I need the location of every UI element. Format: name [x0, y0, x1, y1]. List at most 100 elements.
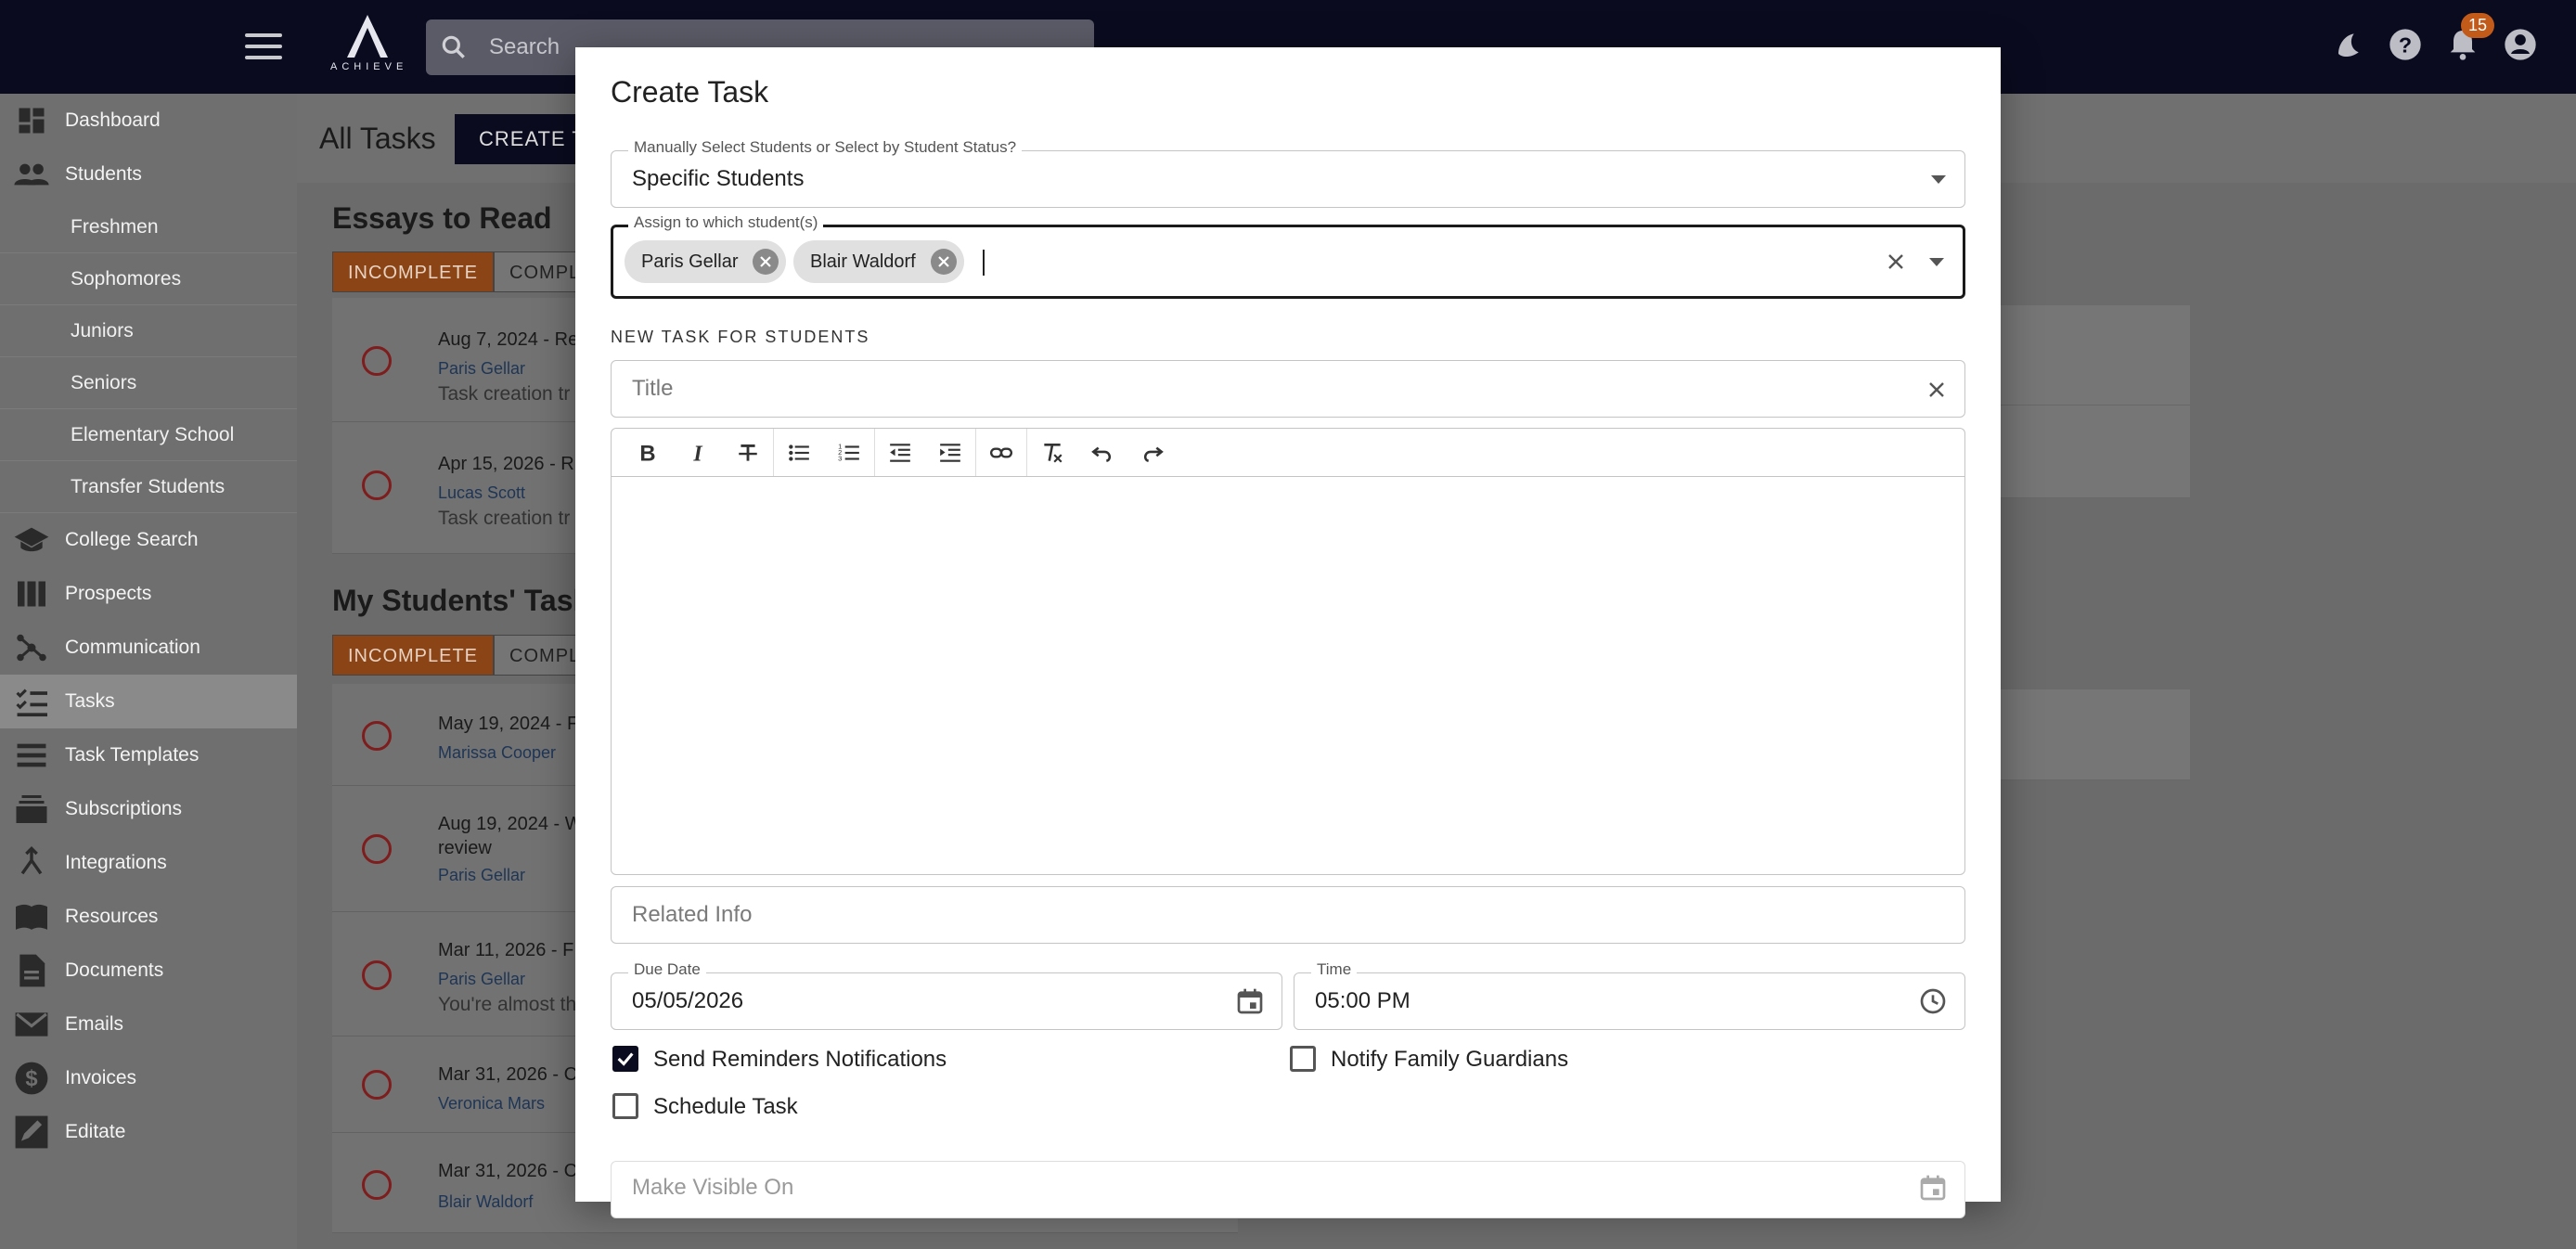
link-icon[interactable] [976, 429, 1026, 477]
due-date-input[interactable]: Due Date 05/05/2026 [611, 960, 1282, 1030]
menu-icon[interactable] [245, 33, 282, 61]
student-chip[interactable]: Blair Waldorf [793, 240, 964, 283]
sidebar-item-tasks[interactable]: Tasks [0, 675, 297, 728]
send-reminders-checkbox[interactable] [612, 1046, 638, 1072]
task-student[interactable]: Paris Gellar [438, 970, 525, 989]
tasks-tab-incomplete[interactable]: INCOMPLETE [332, 635, 495, 676]
numbered-list-icon[interactable]: 123 [824, 429, 874, 477]
select-mode-dropdown[interactable]: Manually Select Students or Select by St… [611, 138, 1965, 208]
sidebar-item-label: Communication [65, 637, 200, 658]
sidebar-sub-sophomores[interactable]: Sophomores [0, 253, 297, 305]
bullet-list-icon[interactable] [774, 429, 824, 477]
due-date-label: Due Date [628, 960, 706, 979]
description-editor[interactable] [611, 476, 1965, 875]
sidebar-item-emails[interactable]: Emails [0, 998, 297, 1051]
chevron-down-icon[interactable] [1929, 258, 1944, 266]
task-title: May 19, 2024 - F [438, 714, 579, 734]
book-icon [13, 898, 50, 935]
sidebar-item-communication[interactable]: Communication [0, 621, 297, 675]
svg-text:?: ? [2399, 32, 2412, 57]
sidebar-item-label: Students [65, 163, 142, 185]
notifications-icon[interactable]: 15 [2444, 13, 2494, 63]
sidebar-item-task-templates[interactable]: Task Templates [0, 728, 297, 782]
schedule-task-label[interactable]: Schedule Task [653, 1094, 798, 1120]
sidebar-sub-elementary[interactable]: Elementary School [0, 409, 297, 461]
task-status-icon[interactable] [362, 960, 392, 990]
help-icon[interactable]: ? [2387, 26, 2424, 63]
svg-text:$: $ [25, 1066, 37, 1091]
chip-remove-icon[interactable] [930, 249, 957, 275]
sidebar-item-college-search[interactable]: College Search [0, 513, 297, 567]
notify-guardians-label[interactable]: Notify Family Guardians [1331, 1047, 1568, 1073]
sidebar-item-label: Editate [65, 1121, 126, 1142]
essays-tab-incomplete[interactable]: INCOMPLETE [332, 251, 495, 292]
logo[interactable]: ACHIEVE [330, 13, 405, 84]
time-label: Time [1311, 960, 1358, 979]
editor-toolbar: B I 123 [611, 428, 1965, 477]
sidebar-item-integrations[interactable]: Integrations [0, 836, 297, 890]
night-mode-icon[interactable] [2329, 26, 2366, 63]
task-status-icon[interactable] [362, 1070, 392, 1100]
title-input[interactable]: Title [611, 360, 1965, 418]
strikethrough-icon[interactable] [723, 429, 773, 477]
sidebar-item-prospects[interactable]: Prospects [0, 567, 297, 621]
task-student[interactable]: Blair Waldorf [438, 1192, 533, 1212]
due-date-value: 05/05/2026 [632, 988, 744, 1013]
school-icon [13, 521, 50, 559]
redo-icon[interactable] [1127, 429, 1178, 477]
task-desc: Task creation tr [438, 508, 571, 529]
task-desc: Task creation tr [438, 383, 571, 405]
bold-icon[interactable]: B [623, 429, 673, 477]
task-status-icon[interactable] [362, 721, 392, 751]
create-task-dialog: Create Task Manually Select Students or … [575, 47, 2001, 1218]
schedule-task-checkbox[interactable] [612, 1093, 638, 1119]
account-icon[interactable] [2502, 26, 2539, 63]
time-input[interactable]: Time 05:00 PM [1294, 960, 1965, 1030]
clear-format-icon[interactable] [1027, 429, 1077, 477]
sidebar-item-label: Integrations [65, 852, 167, 873]
make-visible-on-input[interactable]: Make Visible On [611, 1161, 1965, 1218]
student-chip[interactable]: Paris Gellar [625, 240, 787, 283]
sidebar-item-label: Documents [65, 959, 164, 981]
sidebar-item-resources[interactable]: Resources [0, 890, 297, 944]
send-reminders-label[interactable]: Send Reminders Notifications [653, 1047, 947, 1073]
task-title: Aug 19, 2024 - W [438, 814, 583, 834]
calendar-icon[interactable] [1918, 1173, 1948, 1203]
people-icon [13, 156, 50, 193]
task-student[interactable]: Lucas Scott [438, 483, 525, 503]
notify-guardians-checkbox[interactable] [1290, 1046, 1316, 1072]
task-status-icon[interactable] [362, 470, 392, 500]
assign-students-input[interactable]: Assign to which student(s) Paris Gellar … [611, 213, 1965, 299]
sidebar-item-dashboard[interactable]: Dashboard [0, 94, 297, 148]
related-info-input[interactable]: Related Info [611, 886, 1965, 944]
sidebar-item-students[interactable]: Students [0, 148, 297, 201]
italic-icon[interactable]: I [673, 429, 723, 477]
undo-icon[interactable] [1077, 429, 1127, 477]
sidebar-sub-transfer[interactable]: Transfer Students [0, 461, 297, 513]
task-status-icon[interactable] [362, 1170, 392, 1200]
related-info-placeholder: Related Info [632, 902, 753, 927]
sidebar-item-label: Emails [65, 1013, 124, 1035]
task-student[interactable]: Paris Gellar [438, 359, 525, 379]
sidebar-sub-seniors[interactable]: Seniors [0, 357, 297, 409]
task-student[interactable]: Veronica Mars [438, 1094, 545, 1114]
task-student[interactable]: Marissa Cooper [438, 743, 556, 763]
calendar-icon[interactable] [1235, 986, 1265, 1016]
sidebar-item-subscriptions[interactable]: Subscriptions [0, 782, 297, 836]
clock-icon[interactable] [1918, 986, 1948, 1016]
task-status-icon[interactable] [362, 834, 392, 864]
task-student[interactable]: Paris Gellar [438, 866, 525, 885]
task-status-icon[interactable] [362, 346, 392, 376]
sidebar-item-documents[interactable]: Documents [0, 944, 297, 998]
indent-icon[interactable] [925, 429, 975, 477]
page-title: All Tasks [319, 122, 436, 155]
sidebar-sub-freshmen[interactable]: Freshmen [0, 201, 297, 253]
task-title: Apr 15, 2026 - R [438, 454, 574, 474]
sidebar-item-invoices[interactable]: $ Invoices [0, 1051, 297, 1105]
outdent-icon[interactable] [875, 429, 925, 477]
sidebar-sub-juniors[interactable]: Juniors [0, 305, 297, 357]
sidebar-item-editate[interactable]: Editate [0, 1105, 297, 1159]
clear-icon[interactable] [1926, 379, 1948, 401]
clear-icon[interactable] [1885, 251, 1907, 273]
chip-remove-icon[interactable] [753, 249, 779, 275]
